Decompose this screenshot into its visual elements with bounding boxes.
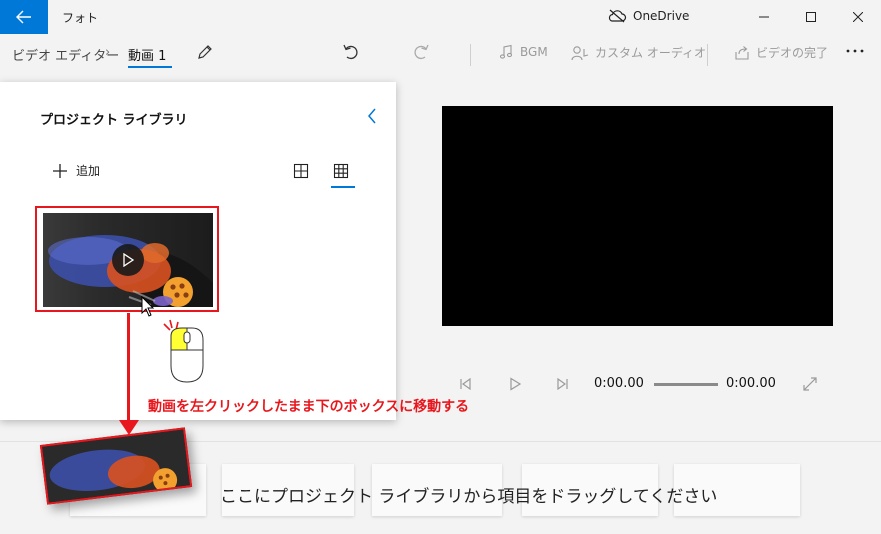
seek-bar[interactable] (654, 383, 718, 386)
chevron-left-icon (368, 108, 376, 124)
grid-2x2-icon (293, 163, 309, 179)
title-bar: フォト OneDrive (0, 0, 881, 34)
close-button[interactable] (835, 0, 881, 34)
mouse-left-click-icon (163, 319, 204, 383)
grid-3x3-icon (333, 163, 349, 179)
undo-button[interactable] (342, 43, 360, 61)
more-options-button[interactable] (846, 48, 864, 54)
previous-frame-icon[interactable] (458, 377, 472, 391)
mouse-cursor-icon (141, 296, 155, 317)
storyboard-placeholder: ここにプロジェクト ライブラリから項目をドラッグしてください (220, 487, 718, 507)
play-overlay-button[interactable] (112, 244, 144, 276)
more-dots-icon (846, 49, 864, 53)
minimize-button[interactable] (741, 0, 787, 34)
add-media-button[interactable]: 追加 (52, 162, 100, 179)
bgm-button[interactable]: BGM (498, 44, 548, 60)
play-icon[interactable] (508, 377, 522, 391)
bgm-label: BGM (520, 45, 548, 59)
annotation-arrow-line (127, 313, 130, 425)
redo-icon (414, 44, 429, 60)
close-icon (853, 12, 863, 22)
playback-controls: 0:00.00 0:00.00 (458, 372, 828, 396)
finish-video-button[interactable]: ビデオの完了 (734, 44, 828, 61)
clip-thumbnail[interactable] (43, 213, 213, 307)
custom-audio-label: カスタム オーディオ (595, 46, 706, 60)
play-icon (123, 253, 134, 267)
breadcrumb-parent[interactable]: ビデオ エディター (12, 45, 119, 64)
onedrive-label: OneDrive (633, 9, 690, 23)
toolbar-divider (707, 44, 708, 66)
current-time: 0:00.00 (594, 376, 644, 391)
undo-icon (343, 44, 358, 60)
small-thumbnail-view-button[interactable] (333, 163, 349, 183)
large-thumbnail-view-button[interactable] (293, 163, 309, 183)
person-audio-icon (571, 45, 589, 60)
back-button[interactable] (0, 0, 48, 34)
breadcrumb-underline (128, 66, 172, 68)
annotation-instruction: 動画を左クリックしたまま下のボックスに移動する (148, 399, 470, 415)
pencil-icon (198, 45, 212, 59)
toolbar-divider (470, 44, 471, 66)
library-title: プロジェクト ライブラリ (40, 113, 188, 128)
collapse-library-button[interactable] (366, 107, 378, 129)
arrow-left-icon (16, 10, 31, 24)
rename-button[interactable] (196, 43, 214, 61)
maximize-button[interactable] (788, 0, 834, 34)
share-export-icon (735, 45, 749, 60)
editor-toolbar: ビデオ エディター › 動画 1 BGM カスタム オーディオ ビデオの完了 (0, 34, 881, 74)
annotation-arrow-head (119, 420, 139, 435)
view-selected-indicator (331, 186, 355, 188)
music-note-icon (499, 44, 513, 59)
cloud-off-icon (608, 9, 627, 23)
minimize-icon (759, 16, 769, 18)
finish-video-label: ビデオの完了 (756, 46, 829, 60)
onedrive-status[interactable]: OneDrive (607, 9, 689, 23)
custom-audio-button[interactable]: カスタム オーディオ (571, 44, 706, 61)
add-media-label: 追加 (76, 164, 101, 178)
total-duration: 0:00.00 (726, 376, 776, 391)
plus-icon (53, 163, 67, 178)
highlighted-clip[interactable] (35, 206, 219, 312)
fullscreen-icon[interactable] (802, 376, 818, 392)
video-preview[interactable] (442, 106, 833, 326)
next-frame-icon[interactable] (556, 377, 570, 391)
chevron-right-icon: › (105, 45, 111, 60)
app-title: フォト (62, 11, 99, 25)
maximize-icon (806, 12, 816, 22)
redo-button[interactable] (412, 43, 430, 61)
breadcrumb-current: 動画 1 (128, 49, 167, 64)
